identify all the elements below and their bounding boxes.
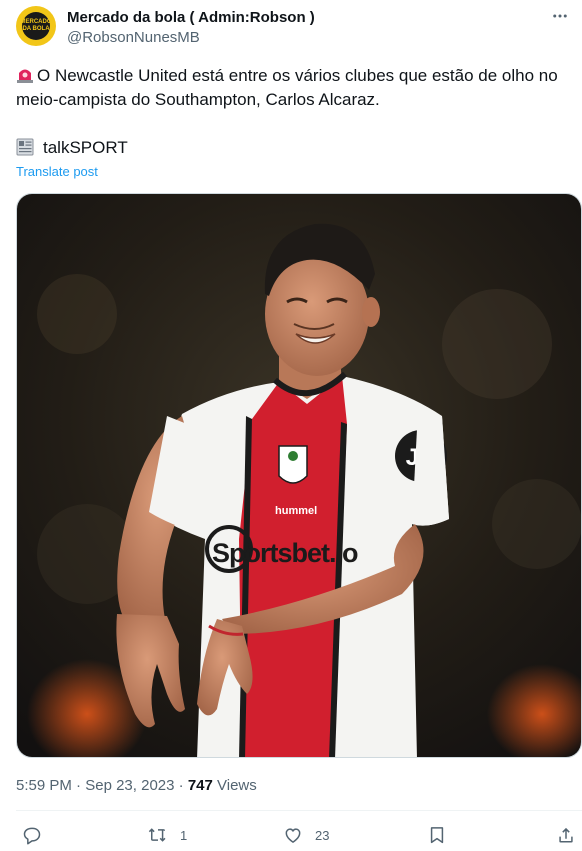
post-photo[interactable]: JD hummel Sportsbet.io xyxy=(16,193,582,758)
share-button[interactable] xyxy=(556,823,576,847)
like-button[interactable]: 23 xyxy=(283,823,329,847)
avatar-logo: MERCADO DA BOLA xyxy=(20,12,52,40)
reply-button[interactable] xyxy=(22,823,54,847)
heart-icon xyxy=(285,828,301,843)
author-display-name[interactable]: Mercado da bola ( Admin:Robson ) xyxy=(67,8,315,27)
repost-count: 1 xyxy=(180,827,188,843)
kit-brand: hummel xyxy=(275,505,317,517)
translate-post-link[interactable]: Translate post xyxy=(16,163,98,181)
sponsor-text: Sportsbet.io xyxy=(212,538,358,568)
author-handle[interactable]: @RobsonNunesMB xyxy=(67,28,200,47)
repost-button[interactable]: 1 xyxy=(148,823,187,847)
tweet-text-body: O Newcastle United está entre os vários … xyxy=(16,66,558,109)
reply-icon xyxy=(23,827,41,845)
post-time[interactable]: 5:59 PM xyxy=(16,777,72,794)
share-icon xyxy=(559,827,573,843)
views-label: Views xyxy=(217,777,257,794)
bookmark-icon xyxy=(430,827,444,844)
more-options-icon[interactable] xyxy=(548,6,572,26)
newspaper-icon xyxy=(16,138,36,156)
repost-icon xyxy=(148,828,166,842)
avatar[interactable]: MERCADO DA BOLA xyxy=(16,6,56,46)
source-line: talkSPORT xyxy=(16,136,128,160)
tweet: MERCADO DA BOLA Mercado da bola ( Admin:… xyxy=(0,0,582,851)
post-date[interactable]: Sep 23, 2023 xyxy=(85,777,174,794)
player-photo-illustration: JD hummel Sportsbet.io xyxy=(17,194,581,757)
like-count: 23 xyxy=(315,827,330,843)
tweet-text: O Newcastle United está entre os vários … xyxy=(16,64,572,112)
divider xyxy=(16,810,582,811)
views-count: 747 xyxy=(187,777,213,794)
siren-icon xyxy=(16,66,34,83)
source-name: talkSPORT xyxy=(43,138,128,157)
post-timestamp: 5:59 PM · Sep 23, 2023 · 747 Views xyxy=(16,777,257,794)
bookmark-button[interactable] xyxy=(427,823,447,847)
avatar-logo-text: MERCADO DA BOLA xyxy=(20,19,52,32)
